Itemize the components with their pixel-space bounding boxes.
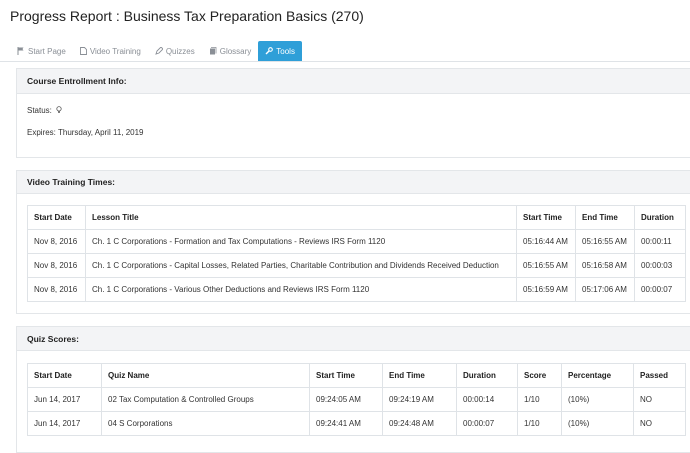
tab-quizzes[interactable]: Quizzes [148, 41, 202, 61]
column-header: Passed [633, 363, 686, 388]
table-row: Jun 14, 2017 04 S Corporations 09:24:41 AM… [27, 411, 686, 436]
table-cell: 00:00:07 [456, 411, 518, 436]
table-cell: 1/10 [517, 387, 562, 412]
table-cell: 00:00:03 [634, 253, 686, 278]
table-cell: Ch. 1 C Corporations - Capital Losses, R… [85, 253, 517, 278]
table-cell: Jun 14, 2017 [27, 411, 102, 436]
column-header: Start Time [516, 205, 576, 230]
table-cell: 00:00:14 [456, 387, 518, 412]
tab-tools[interactable]: Tools [258, 41, 302, 61]
pencil-icon [155, 47, 163, 55]
tab-label: Glossary [219, 46, 252, 56]
column-header: Start Time [309, 363, 383, 388]
tab-bar: Start Page Video Training Quizzes Glossa… [10, 41, 302, 61]
table-cell: NO [633, 411, 686, 436]
column-header: Start Date [27, 363, 102, 388]
panel-title: Video Training Times: [27, 177, 116, 187]
column-header: End Time [575, 205, 635, 230]
tab-glossary[interactable]: Glossary [202, 41, 259, 61]
table-cell: (10%) [561, 387, 634, 412]
quiz-table: Start Date Quiz Name Start Time End Time Dur… [27, 363, 686, 436]
file-icon [79, 47, 87, 55]
table-cell: Nov 8, 2016 [27, 253, 86, 278]
tab-label: Tools [276, 46, 295, 56]
column-header: Score [517, 363, 562, 388]
video-heading: Video Training Times: [17, 171, 690, 194]
tab-divider [0, 61, 690, 62]
table-cell: NO [633, 387, 686, 412]
column-header: Duration [456, 363, 518, 388]
tab-label: Quizzes [165, 46, 195, 56]
column-header: Duration [634, 205, 686, 230]
table-cell: 02 Tax Computation & Controlled Groups [101, 387, 310, 412]
table-row: Nov 8, 2016 Ch. 1 C Corporations - Format… [27, 229, 686, 254]
table-cell: 1/10 [517, 411, 562, 436]
table-cell: 05:17:06 AM [575, 277, 635, 302]
lightbulb-icon [56, 106, 62, 116]
table-cell: 00:00:11 [634, 229, 686, 254]
table-header-row: Start Date Quiz Name Start Time End Time Dur… [27, 363, 686, 388]
tab-label: Video Training [89, 46, 141, 56]
column-header: Start Date [27, 205, 86, 230]
tab-start-page[interactable]: Start Page [10, 41, 73, 61]
wrench-icon [265, 47, 274, 55]
enrollment-panel: Course Entrollment Info: Status: Expires… [16, 68, 690, 158]
table-cell: 05:16:59 AM [516, 277, 576, 302]
column-header: Lesson Title [85, 205, 517, 230]
table-row: Nov 8, 2016 Ch. 1 C Corporations - Capita… [27, 253, 686, 278]
quiz-panel: Quiz Scores: Start Date Quiz Name Start Ti… [16, 326, 690, 453]
table-cell: Jun 14, 2017 [27, 387, 102, 412]
table-cell: 09:24:05 AM [309, 387, 383, 412]
table-cell: Ch. 1 C Corporations - Formation and Tax… [85, 229, 517, 254]
flag-icon [17, 47, 25, 55]
expires-line: Expires: Thursday, April 11, 2019 [27, 128, 144, 137]
tab-video-training[interactable]: Video Training [73, 41, 148, 61]
table-cell: 09:24:48 AM [382, 411, 457, 436]
book-icon [209, 47, 217, 55]
page-title: Progress Report : Business Tax Preparati… [10, 8, 364, 24]
status-line: Status: [27, 106, 62, 116]
table-cell: Ch. 1 C Corporations - Various Other Ded… [85, 277, 517, 302]
table-cell: 05:16:55 AM [575, 229, 635, 254]
table-row: Jun 14, 2017 02 Tax Computation & Control… [27, 387, 686, 412]
column-header: Percentage [561, 363, 634, 388]
table-cell: 05:16:55 AM [516, 253, 576, 278]
status-label: Status: [27, 106, 52, 116]
table-cell: 05:16:58 AM [575, 253, 635, 278]
column-header: Quiz Name [101, 363, 310, 388]
table-cell: 05:16:44 AM [516, 229, 576, 254]
table-cell: 04 S Corporations [101, 411, 310, 436]
quiz-heading: Quiz Scores: [17, 327, 690, 351]
table-cell: 09:24:19 AM [382, 387, 457, 412]
video-table: Start Date Lesson Title Start Time End Time… [27, 205, 686, 302]
table-cell: (10%) [561, 411, 634, 436]
panel-title: Course Entrollment Info: [27, 76, 127, 86]
enrollment-heading: Course Entrollment Info: [17, 69, 690, 94]
table-cell: Nov 8, 2016 [27, 229, 86, 254]
table-header-row: Start Date Lesson Title Start Time End Time… [27, 205, 686, 230]
panel-title: Quiz Scores: [27, 333, 79, 344]
tab-label: Start Page [28, 46, 66, 56]
column-header: End Time [382, 363, 457, 388]
table-cell: 00:00:07 [634, 277, 686, 302]
table-row: Nov 8, 2016 Ch. 1 C Corporations - Variou… [27, 277, 686, 302]
video-panel: Video Training Times: Start Date Lesson T… [16, 170, 690, 314]
table-cell: Nov 8, 2016 [27, 277, 86, 302]
table-cell: 09:24:41 AM [309, 411, 383, 436]
